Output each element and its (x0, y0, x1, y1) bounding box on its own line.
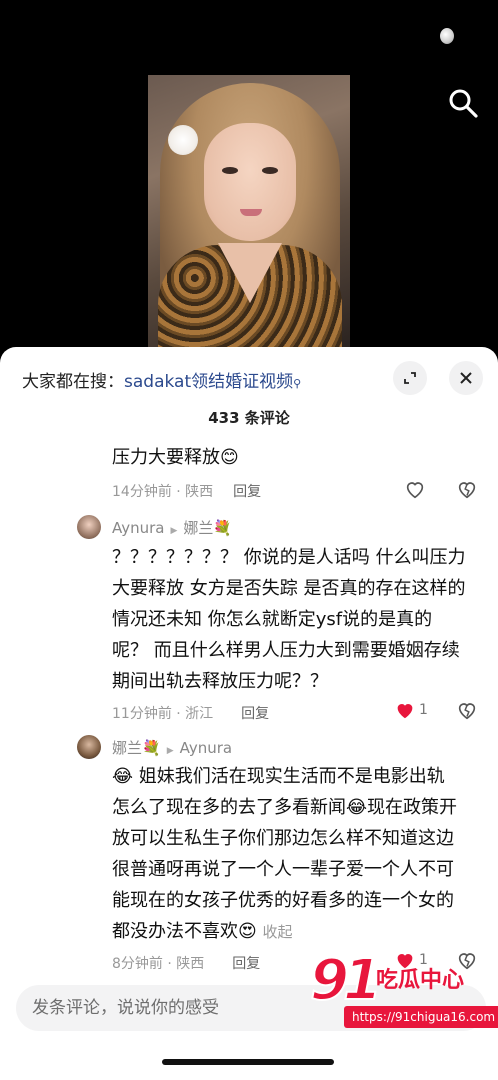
video-eye-right (262, 167, 278, 174)
comment-meta: 11分钟前 · 浙江 回复 (112, 703, 269, 723)
search-icon[interactable] (448, 88, 478, 118)
search-keyword[interactable]: sadakat领结婚证视频 (124, 372, 293, 392)
comment-time: 14分钟前 · 陕西 (112, 484, 214, 500)
video-player[interactable] (0, 0, 498, 350)
comment-line: 期间出轨去释放压力呢？？ (112, 671, 328, 692)
comment-input[interactable] (32, 985, 332, 1031)
search-prefix: 大家都在搜： (22, 372, 124, 392)
reply-arrow-icon: ▶ (170, 526, 178, 536)
small-search-icon: ⚲ (293, 377, 302, 390)
comment-sheet: 大家都在搜：sadakat领结婚证视频⚲ 433 条评论 压力大要释放😊 14分… (0, 347, 498, 1080)
comment-line: 呢？ 而且什么样男人压力大到需要婚姻存续 (112, 640, 460, 661)
comment-meta: 14分钟前 · 陕西 回复 (112, 481, 261, 501)
broken-heart-icon[interactable] (456, 699, 478, 721)
reply-button[interactable]: 回复 (232, 956, 260, 972)
heart-icon[interactable] (404, 478, 426, 500)
video-mouth (240, 209, 262, 216)
comment-line-text: 都没办法不喜欢😍 (112, 921, 257, 942)
moon-icon (440, 28, 454, 44)
search-suggestion[interactable]: 大家都在搜：sadakat领结婚证视频⚲ (22, 367, 301, 392)
close-button[interactable] (449, 361, 483, 395)
expand-icon (404, 372, 416, 384)
comment-author-line: Aynura ▶ 娜兰💐 (112, 517, 232, 538)
watermark-title: 吃瓜中心 (376, 968, 465, 993)
reply-button[interactable]: 回复 (233, 484, 261, 500)
expand-button[interactable] (393, 361, 427, 395)
comment-line: 能现在的女孩子优秀的好看多的连一个女的 (112, 890, 454, 911)
comment-body: ？？？？？？？ 你说的是人话吗 什么叫压力 大要释放 女方是否失踪 是否真的存在… (112, 542, 465, 697)
avatar[interactable] (77, 515, 101, 539)
close-icon (460, 372, 472, 384)
comment-line: 都没办法不喜欢😍 收起 (112, 916, 457, 948)
comment-body: 😂 姐妹我们活在现实生活而不是电影出轨 怎么了现在多的去了多看新闻😂现在政策开 … (112, 761, 457, 948)
comment-time: 11分钟前 · 浙江 (112, 706, 214, 722)
comment-meta: 8分钟前 · 陕西 回复 (112, 953, 260, 973)
watermark-logo: 91 吃瓜中心 https://91chigua16.com (309, 948, 498, 1036)
watermark-number: 91 (309, 948, 383, 1013)
comment-author-line: 娜兰💐 ▶ Aynura (112, 737, 232, 758)
like-count: 1 (419, 702, 428, 718)
comment-count: 433 条评论 (208, 409, 290, 427)
broken-heart-icon[interactable] (456, 478, 478, 500)
comment-time: 8分钟前 · 陕西 (112, 956, 205, 972)
comment-line: 😂 姐妹我们活在现实生活而不是电影出轨 (112, 766, 445, 787)
watermark-url: https://91chigua16.com (344, 1006, 498, 1028)
comment-line: 放可以生私生子你们那边怎么样不知道这边 (112, 828, 454, 849)
reply-to-name[interactable]: 娜兰💐 (183, 519, 232, 537)
comment-line: ？？？？？？？ 你说的是人话吗 什么叫压力 (112, 547, 466, 568)
video-face (204, 123, 296, 241)
home-indicator[interactable] (162, 1059, 334, 1065)
reply-arrow-icon: ▶ (166, 746, 174, 756)
collapse-button[interactable]: 收起 (263, 923, 293, 941)
author-name[interactable]: Aynura (112, 519, 165, 537)
avatar[interactable] (77, 735, 101, 759)
comment-line: 很普通呀再说了一个人一辈子爱一个人不可 (112, 859, 454, 880)
video-frame (148, 75, 350, 347)
reply-button[interactable]: 回复 (241, 706, 269, 722)
comment-line: 怎么了现在多的去了多看新闻😂现在政策开 (112, 797, 458, 818)
video-eye-left (222, 167, 238, 174)
comment-line: 大要释放 女方是否失踪 是否真的存在这样的 (112, 578, 466, 599)
video-flower (168, 125, 198, 155)
comment-line: 情况还未知 你怎么就断定ysf说的是真的 (112, 609, 433, 630)
author-name[interactable]: 娜兰💐 (112, 739, 161, 757)
heart-filled-icon[interactable] (394, 699, 416, 721)
reply-to-name[interactable]: Aynura (180, 739, 233, 757)
comment-text: 压力大要释放😊 (112, 447, 239, 468)
